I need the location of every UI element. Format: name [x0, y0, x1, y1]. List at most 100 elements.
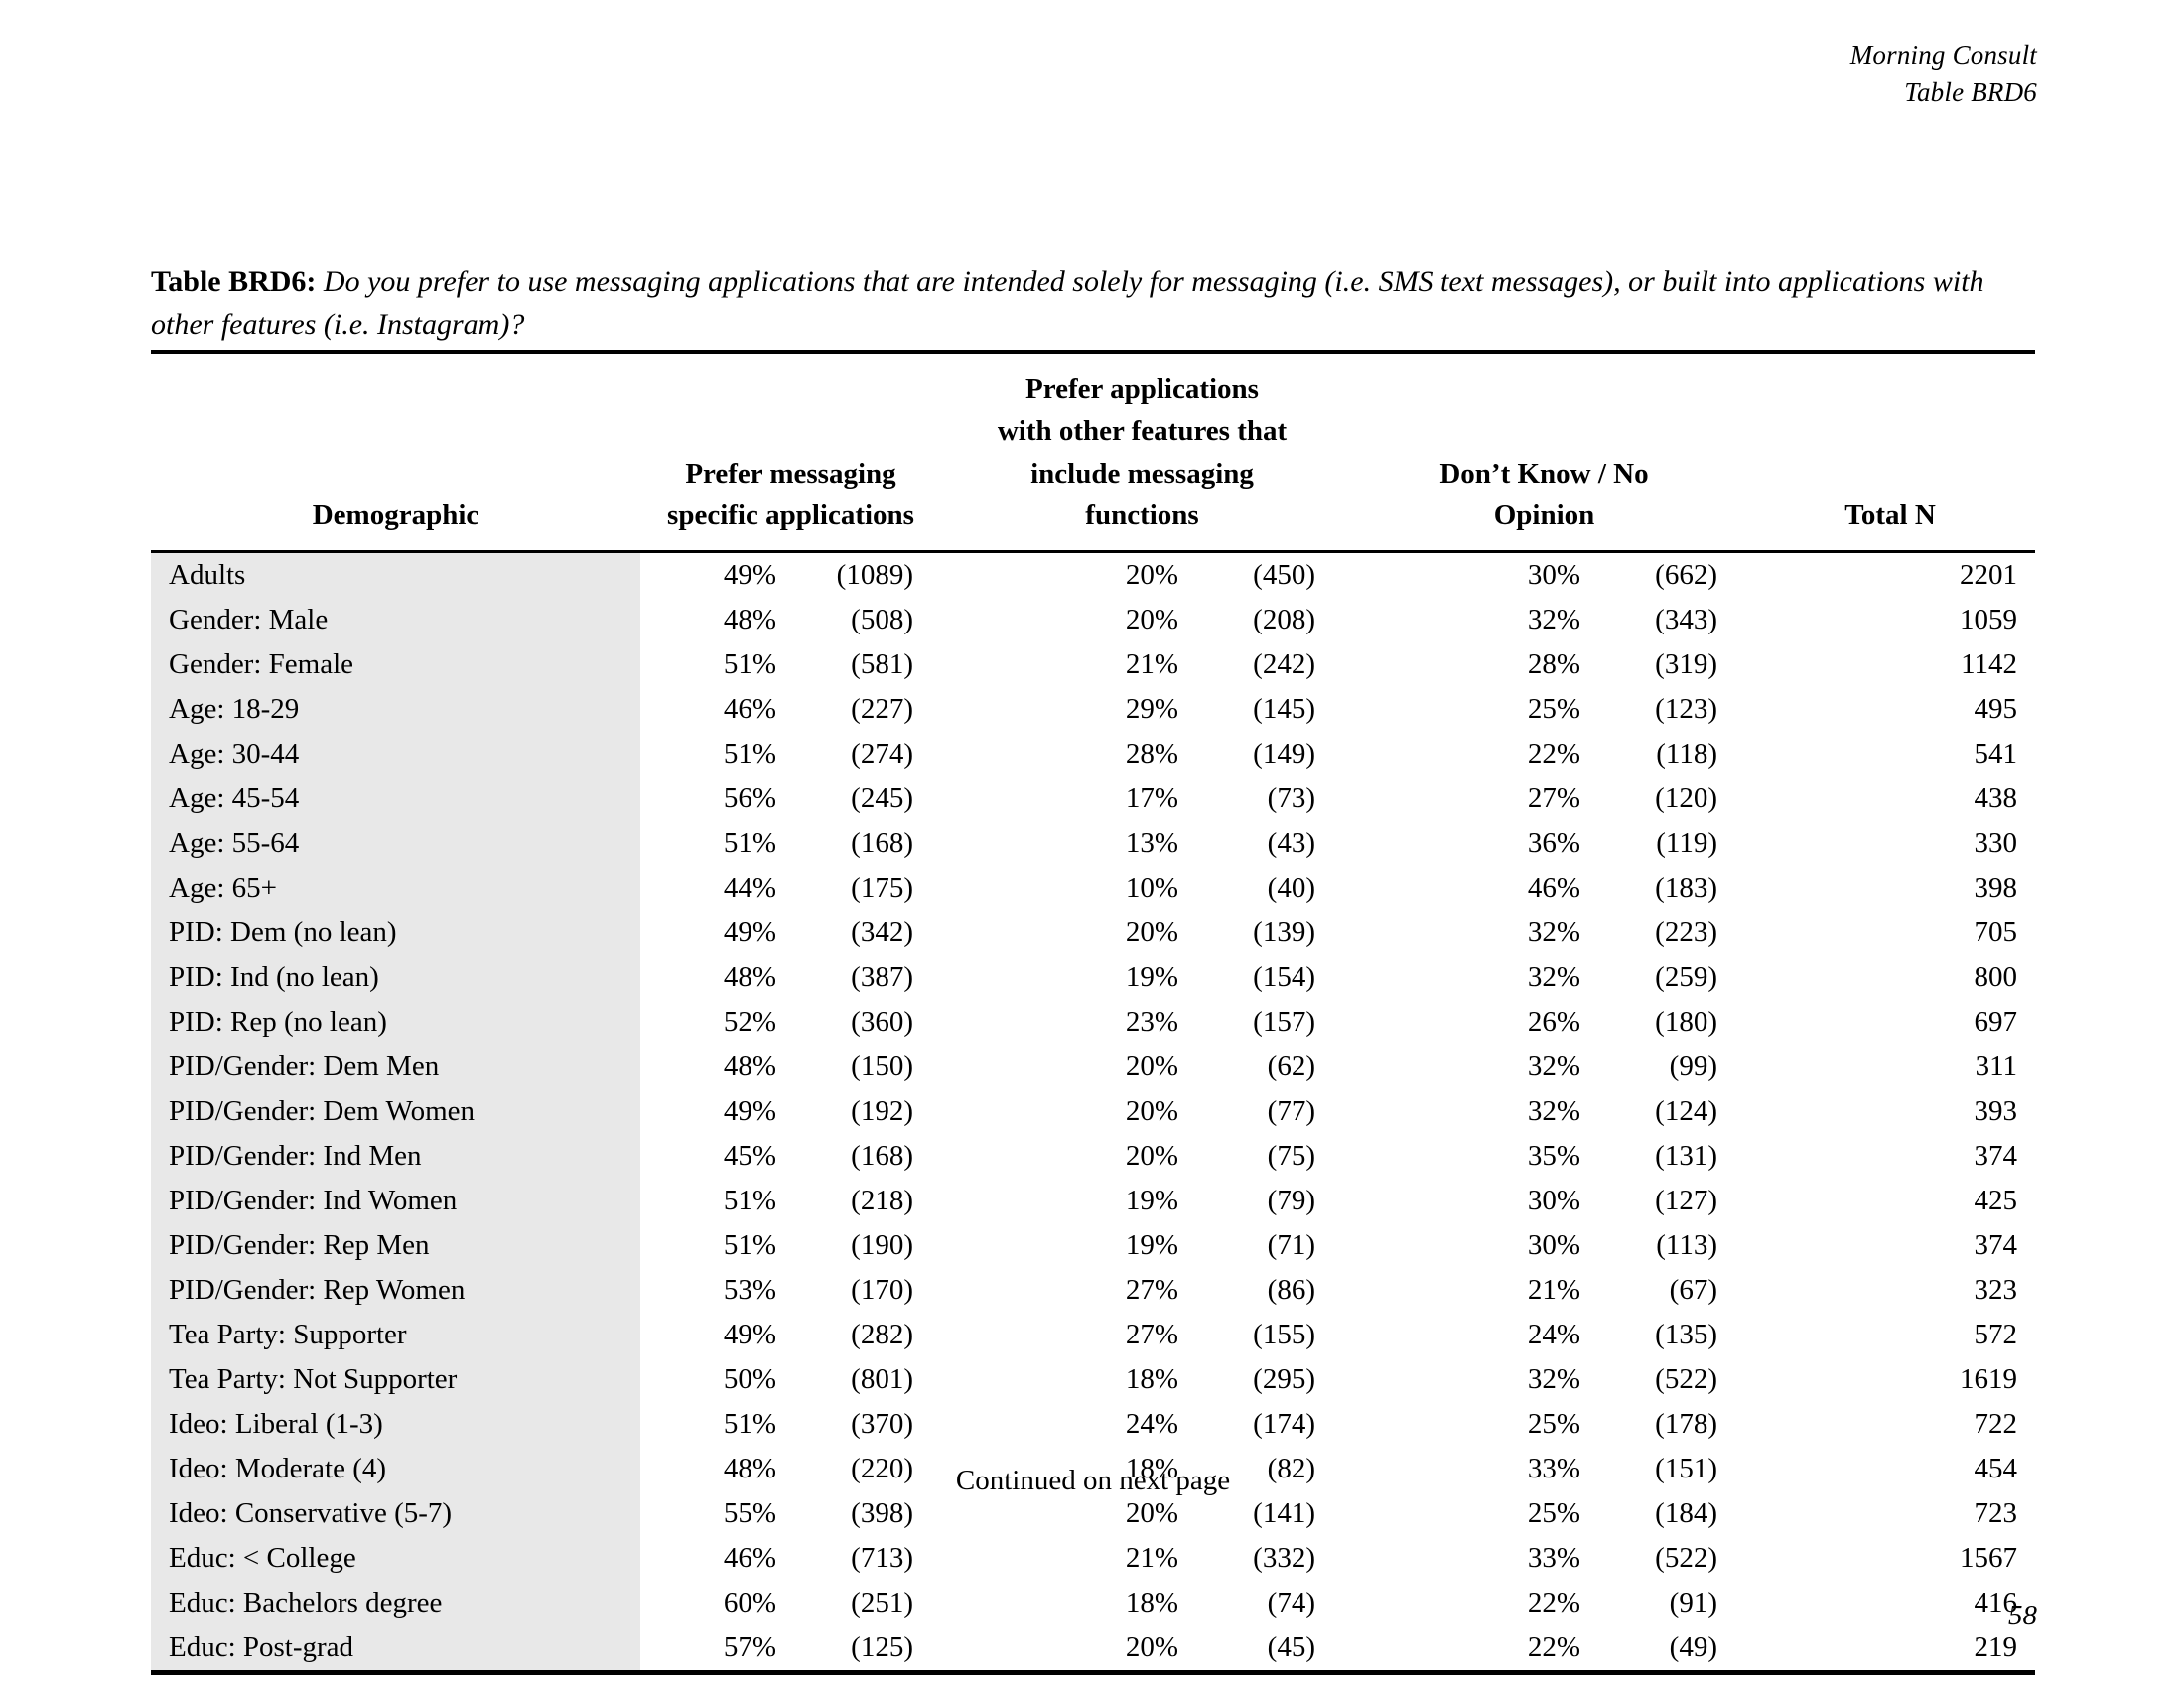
- document-page: Morning Consult Table BRD6 Table BRD6: D…: [0, 0, 2184, 1688]
- row-count-dont-know: (223): [1655, 916, 1717, 949]
- row-count-prefer-other-features: (62): [1267, 1051, 1315, 1083]
- row-pct-prefer-other-features: 20%: [1125, 1497, 1178, 1530]
- row-count-prefer-other-features: (75): [1267, 1140, 1315, 1173]
- row-count-prefer-messaging-specific: (218): [851, 1185, 913, 1217]
- table-bottom-rule: [151, 1670, 2035, 1676]
- table-row: PID/Gender: Dem Men 48% (150) 20% (62) 32% (99…: [151, 1045, 2035, 1089]
- column-header-line: Opinion: [1493, 498, 1595, 531]
- row-pct-dont-know: 25%: [1527, 1497, 1580, 1530]
- row-pct-prefer-other-features: 20%: [1125, 1631, 1178, 1664]
- row-count-dont-know: (113): [1656, 1229, 1717, 1262]
- row-pct-prefer-messaging-specific: 44%: [723, 872, 776, 905]
- row-count-prefer-messaging-specific: (251): [851, 1587, 913, 1619]
- row-pct-prefer-other-features: 20%: [1125, 559, 1178, 592]
- table-row: PID/Gender: Ind Men 45% (168) 20% (75) 35% (13…: [151, 1134, 2035, 1179]
- row-pct-prefer-other-features: 17%: [1125, 782, 1178, 815]
- row-pct-prefer-other-features: 18%: [1125, 1453, 1178, 1485]
- row-total-n: 374: [1974, 1229, 2018, 1262]
- row-count-prefer-other-features: (155): [1253, 1319, 1315, 1351]
- column-header-line: Don’t Know / No: [1439, 457, 1649, 490]
- row-count-prefer-messaging-specific: (245): [851, 782, 913, 815]
- table-row: Age: 30-44 51% (274) 28% (149) 22% (118) 541: [151, 732, 2035, 776]
- row-total-n: 495: [1974, 693, 2018, 726]
- table-row: Ideo: Liberal (1-3) 51% (370) 24% (174) 25% (1…: [151, 1402, 2035, 1447]
- row-pct-prefer-other-features: 21%: [1125, 1542, 1178, 1575]
- table-body-grid: Adults 49% (1089) 20% (450) 30% (662) 2201 Gende…: [151, 553, 2035, 1670]
- row-pct-prefer-messaging-specific: 52%: [723, 1006, 776, 1039]
- row-count-prefer-other-features: (73): [1267, 782, 1315, 815]
- row-demographic: Tea Party: Not Supporter: [169, 1363, 458, 1396]
- row-count-prefer-other-features: (149): [1253, 738, 1315, 771]
- row-pct-dont-know: 22%: [1527, 738, 1580, 771]
- row-count-prefer-messaging-specific: (220): [851, 1453, 913, 1485]
- row-demographic: Age: 65+: [169, 872, 277, 905]
- row-count-prefer-other-features: (154): [1253, 961, 1315, 994]
- row-pct-prefer-other-features: 24%: [1125, 1408, 1178, 1441]
- row-demographic: Age: 55-64: [169, 827, 300, 860]
- row-demographic: PID/Gender: Rep Women: [169, 1274, 466, 1307]
- row-total-n: 416: [1974, 1587, 2018, 1619]
- row-count-prefer-other-features: (86): [1267, 1274, 1315, 1307]
- row-pct-prefer-messaging-specific: 57%: [723, 1631, 776, 1664]
- row-pct-dont-know: 26%: [1527, 1006, 1580, 1039]
- row-count-dont-know: (184): [1655, 1497, 1717, 1530]
- row-demographic: Age: 30-44: [169, 738, 300, 771]
- row-total-n: 541: [1974, 738, 2018, 771]
- running-head-table-ref: Table BRD6: [1904, 77, 2037, 108]
- row-demographic: Ideo: Liberal (1-3): [169, 1408, 383, 1441]
- row-count-prefer-messaging-specific: (274): [851, 738, 913, 771]
- row-pct-prefer-messaging-specific: 46%: [723, 1542, 776, 1575]
- table-row: Age: 18-29 46% (227) 29% (145) 25% (123) 495: [151, 687, 2035, 732]
- row-count-prefer-messaging-specific: (282): [851, 1319, 913, 1351]
- table-row: Age: 65+ 44% (175) 10% (40) 46% (183) 398: [151, 866, 2035, 911]
- table-row: PID/Gender: Rep Men 51% (190) 19% (71) 30% (11…: [151, 1223, 2035, 1268]
- row-count-prefer-messaging-specific: (192): [851, 1095, 913, 1128]
- row-count-prefer-messaging-specific: (175): [851, 872, 913, 905]
- row-count-prefer-messaging-specific: (713): [851, 1542, 913, 1575]
- row-pct-dont-know: 24%: [1527, 1319, 1580, 1351]
- row-total-n: 1059: [1960, 604, 2017, 636]
- row-total-n: 572: [1974, 1319, 2018, 1351]
- table-row: PID/Gender: Rep Women 53% (170) 27% (86) 21% (…: [151, 1268, 2035, 1313]
- data-table: Demographic Prefer messaging specific ap…: [151, 350, 2035, 1676]
- row-count-prefer-other-features: (139): [1253, 916, 1315, 949]
- row-pct-prefer-other-features: 20%: [1125, 916, 1178, 949]
- row-count-prefer-other-features: (450): [1253, 559, 1315, 592]
- row-count-prefer-messaging-specific: (508): [851, 604, 913, 636]
- row-count-dont-know: (123): [1655, 693, 1717, 726]
- row-pct-prefer-messaging-specific: 51%: [723, 648, 776, 681]
- row-count-dont-know: (127): [1655, 1185, 1717, 1217]
- row-count-prefer-other-features: (71): [1267, 1229, 1315, 1262]
- row-count-dont-know: (120): [1655, 782, 1717, 815]
- table-row: Tea Party: Not Supporter 50% (801) 18% (295)…: [151, 1357, 2035, 1402]
- table-row: Ideo: Conservative (5-7) 55% (398) 20% (141)…: [151, 1491, 2035, 1536]
- row-count-prefer-other-features: (174): [1253, 1408, 1315, 1441]
- row-total-n: 1619: [1960, 1363, 2017, 1396]
- table-row: PID: Rep (no lean) 52% (360) 23% (157) 26% (18…: [151, 1000, 2035, 1045]
- row-pct-dont-know: 27%: [1527, 782, 1580, 815]
- row-pct-prefer-other-features: 28%: [1125, 738, 1178, 771]
- row-pct-dont-know: 32%: [1527, 1095, 1580, 1128]
- row-count-prefer-messaging-specific: (342): [851, 916, 913, 949]
- row-pct-prefer-messaging-specific: 56%: [723, 782, 776, 815]
- row-count-prefer-other-features: (141): [1253, 1497, 1315, 1530]
- row-count-dont-know: (522): [1655, 1542, 1717, 1575]
- row-count-dont-know: (522): [1655, 1363, 1717, 1396]
- row-demographic: PID/Gender: Dem Men: [169, 1051, 440, 1083]
- row-pct-dont-know: 22%: [1527, 1631, 1580, 1664]
- column-header-line: with other features that: [997, 415, 1288, 448]
- row-demographic: Educ: Post-grad: [169, 1631, 354, 1664]
- row-count-dont-know: (124): [1655, 1095, 1717, 1128]
- table-row: PID: Dem (no lean) 49% (342) 20% (139) 32% (22…: [151, 911, 2035, 955]
- row-demographic: Adults: [169, 559, 246, 592]
- row-pct-prefer-other-features: 18%: [1125, 1587, 1178, 1619]
- row-demographic: Ideo: Conservative (5-7): [169, 1497, 453, 1530]
- row-count-prefer-messaging-specific: (801): [851, 1363, 913, 1396]
- table-caption: Table BRD6: Do you prefer to use messagi…: [151, 260, 2035, 346]
- table-row: Gender: Female 51% (581) 21% (242) 28% (319) 11…: [151, 642, 2035, 687]
- table-row: Educ: < College 46% (713) 21% (332) 33% (522) 1…: [151, 1536, 2035, 1581]
- row-pct-dont-know: 33%: [1527, 1453, 1580, 1485]
- row-demographic: PID: Ind (no lean): [169, 961, 379, 994]
- row-total-n: 330: [1974, 827, 2018, 860]
- table-row: Gender: Male 48% (508) 20% (208) 32% (343) 1059: [151, 598, 2035, 642]
